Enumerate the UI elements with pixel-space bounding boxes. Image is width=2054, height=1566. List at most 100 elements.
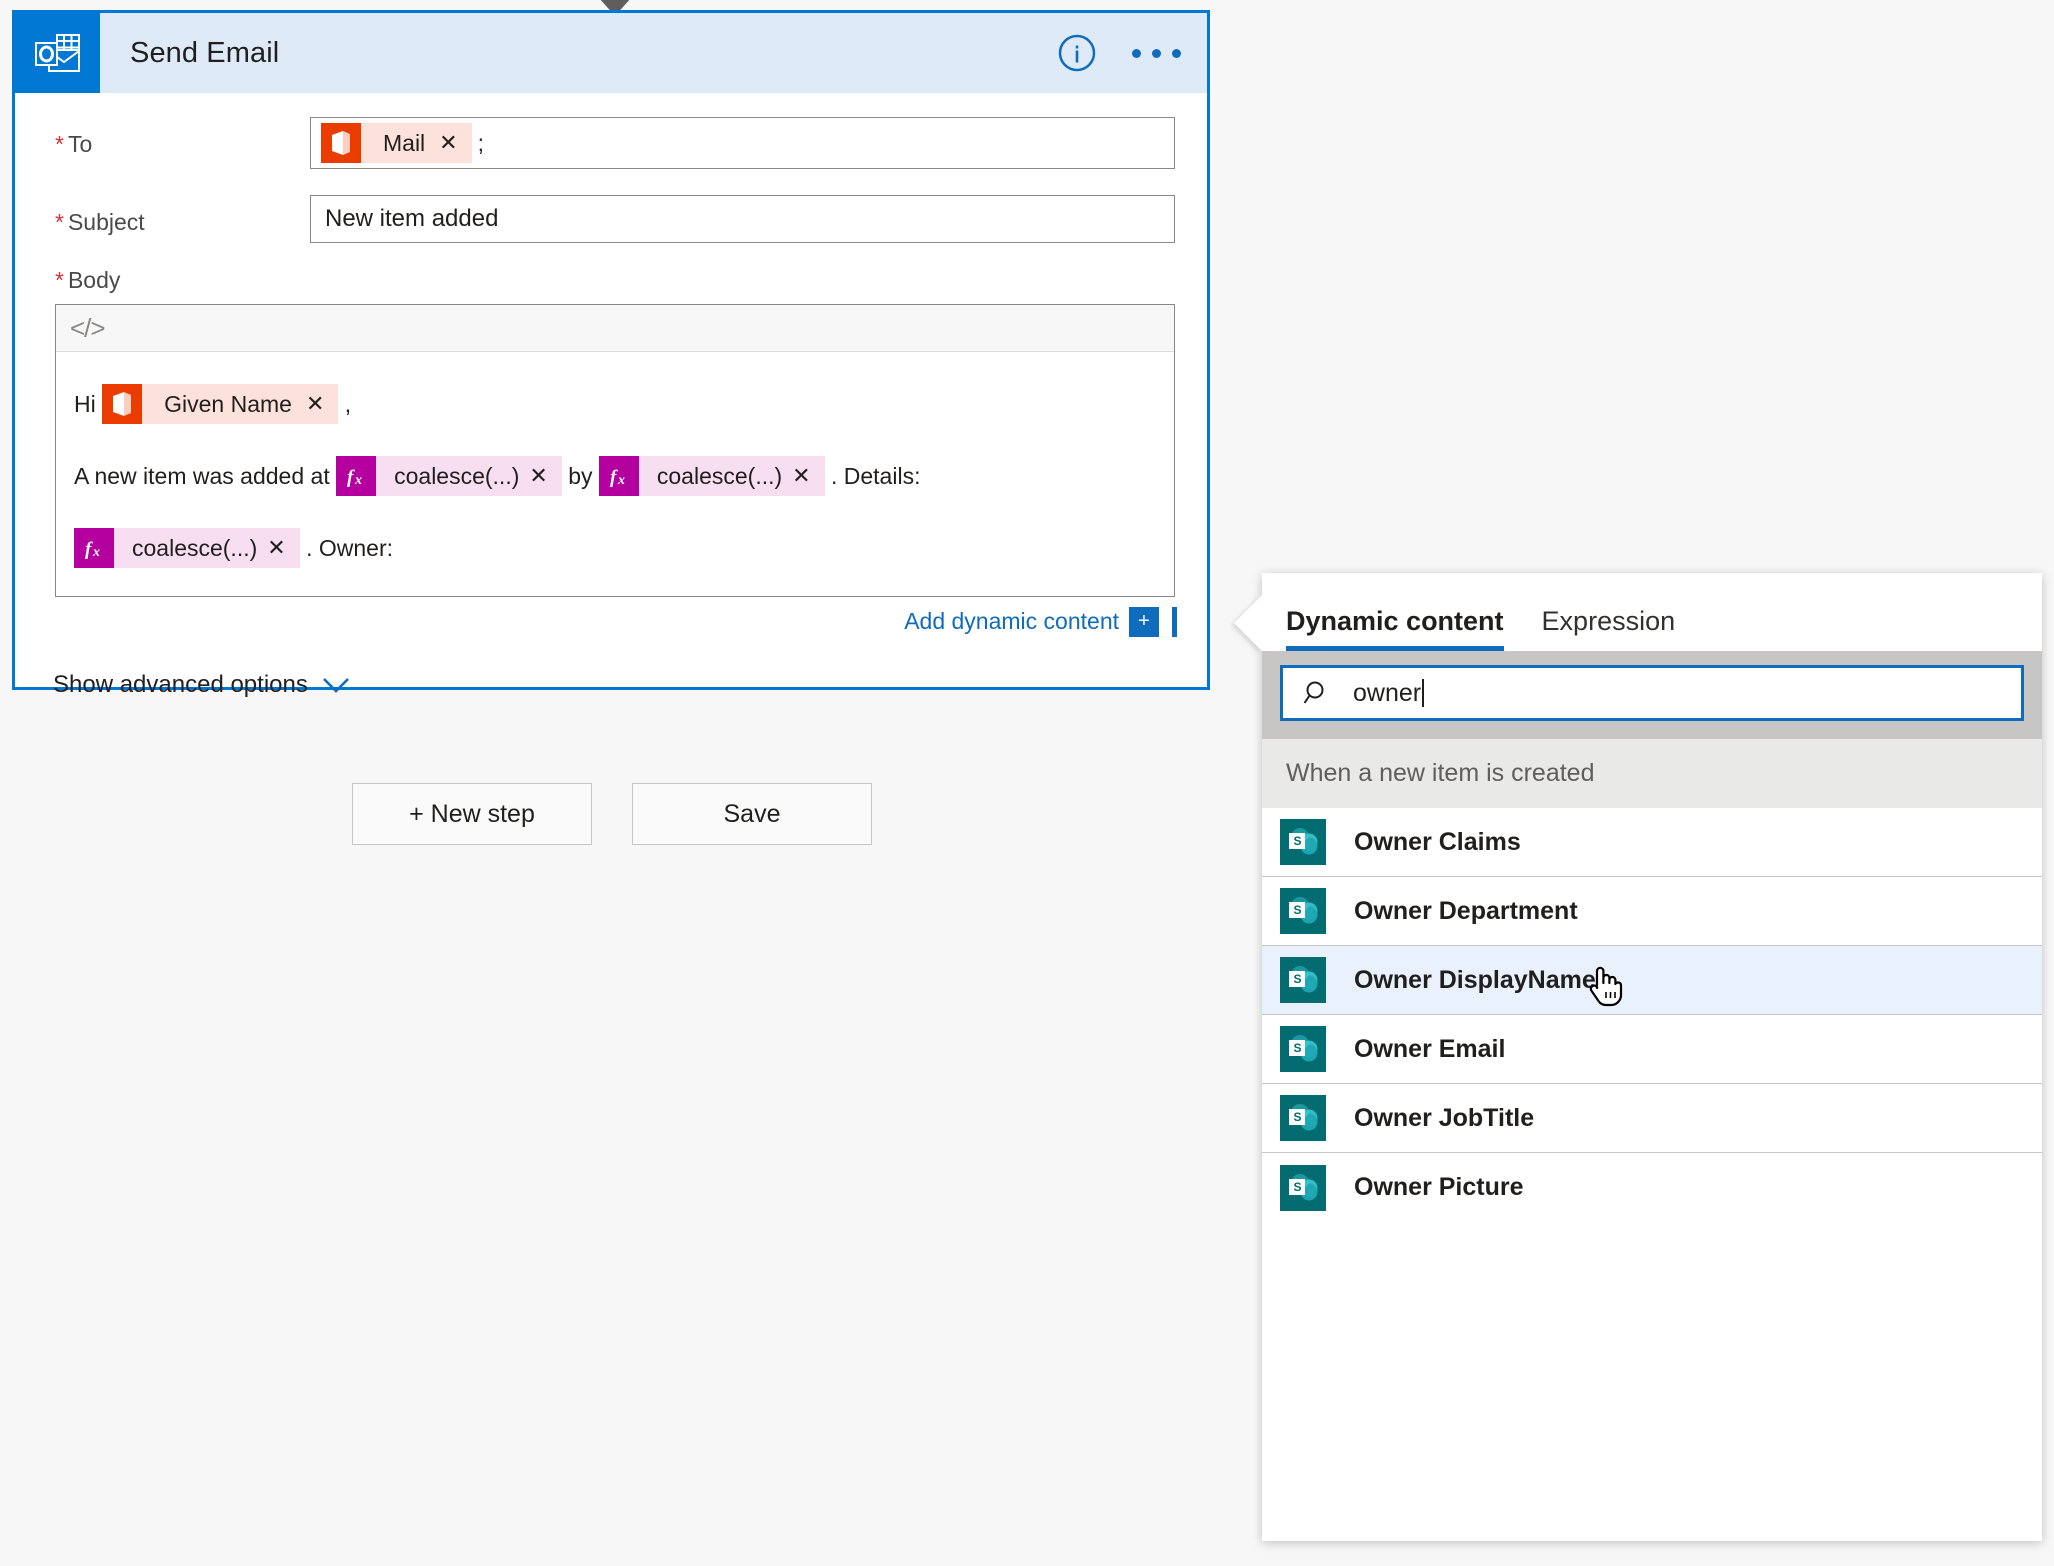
dynamic-token-given-name[interactable]: Given Name ✕	[102, 383, 339, 424]
fx-icon: f x	[336, 455, 377, 496]
sharepoint-icon: S	[1280, 819, 1326, 865]
list-item-label: Owner DisplayName	[1354, 965, 1596, 994]
svg-text:S: S	[1294, 1110, 1302, 1124]
body-line-1: Hi Given Name ✕ ,	[74, 374, 1156, 432]
body-line1-before: Hi	[74, 390, 96, 417]
office-365-icon	[102, 383, 143, 424]
dynamic-content-panel: Dynamic content Expression owner When a …	[1234, 573, 2042, 1541]
search-icon	[1303, 681, 1324, 704]
token-label: Mail	[383, 129, 426, 156]
list-item[interactable]: S Owner Email	[1262, 1015, 2042, 1084]
subject-input-value: New item added	[325, 205, 499, 232]
list-item-label: Owner Email	[1354, 1034, 1506, 1063]
subject-field-row: * Subject New item added	[15, 195, 1207, 243]
to-label-text: To	[67, 131, 93, 157]
office365-outlook-icon	[15, 13, 100, 93]
list-item-label: Owner Department	[1354, 896, 1578, 925]
list-item-label: Owner Claims	[1354, 827, 1521, 856]
expression-token-coalesce-2[interactable]: f x coalesce(...) ✕	[598, 455, 825, 496]
body-label-text: Body	[67, 267, 121, 293]
to-input[interactable]: Mail ✕ ;	[310, 117, 1175, 169]
new-step-button[interactable]: + New step	[352, 783, 592, 845]
add-dynamic-content-plus-button[interactable]: +	[1129, 606, 1159, 637]
search-input-value: owner	[1353, 678, 1422, 707]
action-card-body: * To Mail ✕ ; * Subject New item added *…	[15, 117, 1207, 711]
body-line2-middle: by	[568, 462, 593, 489]
save-button[interactable]: Save	[632, 783, 872, 845]
close-icon[interactable]: ✕	[439, 132, 471, 154]
required-marker: *	[55, 131, 64, 157]
subject-input[interactable]: New item added	[310, 195, 1175, 243]
to-trailing-text: ;	[477, 129, 484, 156]
token-label: coalesce(...)	[394, 462, 520, 489]
add-dynamic-content-row: Add dynamic content +	[15, 597, 1207, 637]
panel-search-area: owner	[1262, 651, 2042, 739]
list-item-label: Owner Picture	[1354, 1173, 1524, 1201]
svg-text:x: x	[92, 545, 100, 560]
token-label: coalesce(...)	[656, 462, 783, 489]
panel-callout-arrow	[1234, 595, 1262, 651]
list-item[interactable]: S Owner Department	[1262, 877, 2042, 946]
to-field-label: * To	[55, 117, 310, 158]
tab-expression[interactable]: Expression	[1542, 606, 1676, 651]
action-card-title: Send Email	[130, 36, 280, 69]
body-line-3: f x coalesce(...) ✕ . Owner:	[74, 518, 1156, 576]
action-card-header[interactable]: Send Email	[15, 13, 1207, 93]
token-label: Given Name	[164, 390, 292, 417]
mouse-cursor-pointer-icon	[1589, 966, 1623, 1007]
svg-text:x: x	[354, 473, 362, 488]
body-line2-before: A new item was added at	[74, 462, 330, 489]
expression-token-coalesce-1[interactable]: f x coalesce(...) ✕	[336, 455, 562, 496]
sharepoint-icon: S	[1280, 957, 1326, 1003]
body-field-block: * Body </> Hi Given Name ✕ , A new item …	[15, 243, 1207, 597]
close-icon[interactable]: ✕	[529, 464, 561, 487]
body-field-label: * Body	[55, 267, 1207, 294]
body-rich-text-editor[interactable]: </> Hi Given Name ✕ , A new item was add…	[55, 304, 1175, 597]
add-dynamic-content-link[interactable]: Add dynamic content	[904, 608, 1119, 635]
body-editor-toolbar: </>	[56, 305, 1174, 352]
body-line3-after: . Owner:	[306, 534, 394, 561]
list-item[interactable]: S Owner JobTitle	[1262, 1084, 2042, 1153]
info-circle-icon[interactable]	[1056, 32, 1098, 74]
sharepoint-icon: S	[1280, 1164, 1326, 1211]
flow-designer-canvas: Send Email * To Mail ✕ ; * Subject New i…	[0, 0, 2054, 1566]
svg-text:f: f	[347, 467, 355, 488]
svg-text:f: f	[85, 539, 93, 560]
close-icon[interactable]: ✕	[267, 536, 299, 559]
svg-text:S: S	[1294, 1041, 1302, 1055]
send-email-action-card: Send Email * To Mail ✕ ; * Subject New i…	[12, 10, 1210, 698]
ellipsis-icon[interactable]	[1128, 41, 1185, 66]
list-item-selected[interactable]: S Owner DisplayName	[1262, 946, 2042, 1015]
office-365-icon	[321, 123, 361, 163]
list-item-label: Owner JobTitle	[1354, 1103, 1535, 1132]
chevron-down-icon	[322, 677, 349, 693]
tab-dynamic-content[interactable]: Dynamic content	[1286, 606, 1504, 651]
to-field-row: * To Mail ✕ ;	[15, 117, 1207, 169]
body-editor-content[interactable]: Hi Given Name ✕ , A new item was added a…	[56, 352, 1174, 596]
body-line1-after: ,	[344, 390, 352, 417]
search-input[interactable]: owner	[1280, 665, 2024, 721]
show-advanced-options-toggle[interactable]: Show advanced options	[15, 637, 1207, 699]
dynamic-content-group-header: When a new item is created	[1262, 739, 2042, 808]
subject-label-text: Subject	[67, 209, 145, 235]
required-marker: *	[55, 267, 64, 293]
list-item[interactable]: S Owner Claims	[1262, 808, 2042, 877]
sharepoint-icon: S	[1280, 888, 1326, 934]
code-view-icon[interactable]: </>	[70, 313, 106, 344]
close-icon[interactable]: ✕	[792, 464, 824, 487]
fx-icon: f x	[598, 455, 639, 496]
expression-token-coalesce-3[interactable]: f x coalesce(...) ✕	[74, 527, 300, 568]
panel-tabs: Dynamic content Expression	[1262, 573, 2042, 651]
dynamic-token-mail[interactable]: Mail ✕	[321, 123, 472, 163]
add-dynamic-content-plus-bar	[1172, 606, 1177, 637]
list-item[interactable]: S Owner Picture	[1262, 1153, 2042, 1222]
token-label: coalesce(...)	[132, 534, 258, 561]
dynamic-content-list: S Owner Claims S Owner Department S Owne…	[1262, 808, 2042, 1222]
body-line2-after: . Details:	[830, 462, 921, 489]
fx-icon: f x	[74, 527, 114, 568]
svg-text:f: f	[610, 467, 618, 488]
svg-text:S: S	[1294, 834, 1302, 848]
text-caret	[1422, 679, 1425, 707]
flow-footer-buttons: + New step Save	[352, 783, 872, 845]
close-icon[interactable]: ✕	[306, 392, 338, 415]
